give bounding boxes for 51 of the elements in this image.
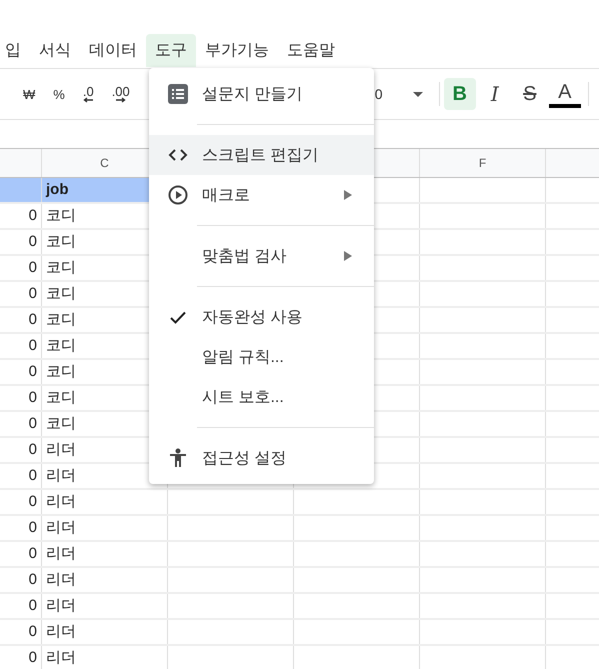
table-cell: 0 — [0, 230, 42, 254]
table-cell: 리더 — [42, 542, 168, 566]
table-cell: 0 — [0, 516, 42, 540]
menu-item[interactable]: 도구 — [146, 34, 196, 67]
table-cell: 0 — [0, 308, 42, 332]
decimal-button[interactable]: .0 — [74, 81, 103, 107]
person-icon — [170, 448, 186, 468]
table-cell: 리더 — [42, 516, 168, 540]
menu-option[interactable]: 스크립트 편집기 — [149, 135, 374, 175]
table-cell: 0 — [0, 256, 42, 280]
table-cell: 0 — [0, 464, 42, 488]
table-cell: 0 — [0, 542, 42, 566]
italic-button[interactable]: I — [478, 78, 511, 110]
table-cell: 0 — [0, 594, 42, 618]
table-cell: 0 — [0, 438, 42, 462]
list-icon — [168, 84, 188, 104]
menu-item[interactable]: 부가기능 — [196, 34, 278, 67]
arrow-icon — [83, 97, 94, 103]
menu-item[interactable]: 데이터 — [80, 34, 146, 67]
format-button[interactable]: % — [44, 82, 74, 106]
table-cell: 0 — [0, 334, 42, 358]
menu-option[interactable]: 설문지 만들기 — [149, 74, 374, 114]
menu-item[interactable]: 입 — [0, 34, 30, 67]
table-cell: 리더 — [42, 490, 168, 514]
color-button[interactable]: A — [548, 80, 581, 108]
column-header[interactable]: C — [100, 156, 109, 170]
table-cell: 리더 — [42, 620, 168, 644]
table-cell: 리더 — [42, 568, 168, 592]
play-icon — [168, 185, 188, 205]
strike-button[interactable]: S — [514, 78, 546, 110]
table-cell: 0 — [0, 620, 42, 644]
table-cell: 0 — [0, 412, 42, 436]
table-cell: 리더 — [42, 594, 168, 618]
table-cell: 0 — [0, 386, 42, 410]
table-cell: 0 — [0, 646, 42, 669]
bold-button[interactable]: B — [444, 78, 476, 110]
table-cell: 0 — [0, 490, 42, 514]
code-icon — [168, 149, 188, 161]
column-header[interactable]: F — [478, 156, 486, 170]
table-cell: 0 — [0, 360, 42, 384]
caret-icon[interactable] — [412, 92, 423, 96]
table-cell: 0 — [0, 568, 42, 592]
arrow-icon — [116, 97, 126, 103]
font-size-field[interactable]: 0 — [374, 86, 405, 102]
format-button[interactable]: ₩ — [14, 82, 44, 106]
menu-item[interactable]: 서식 — [30, 34, 80, 67]
table-cell: 0 — [0, 204, 42, 228]
menu-item[interactable]: 도움말 — [278, 34, 344, 67]
decimal-button[interactable]: .00 — [102, 81, 139, 107]
table-cell: 리더 — [42, 646, 168, 669]
table-cell: 0 — [0, 282, 42, 306]
